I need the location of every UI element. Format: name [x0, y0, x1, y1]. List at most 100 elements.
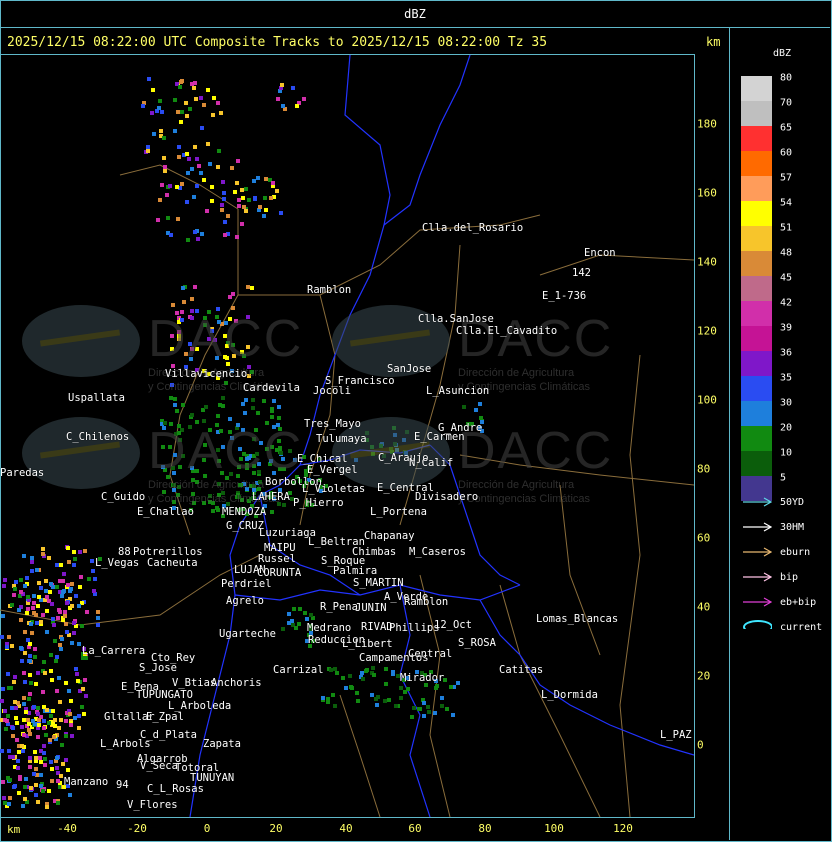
- reflectivity-pixel: [185, 114, 189, 118]
- place-label: MENDOZA: [222, 506, 267, 518]
- reflectivity-pixel: [263, 196, 267, 200]
- place-label: Agrelo: [226, 595, 264, 607]
- reflectivity-pixel: [34, 682, 38, 686]
- reflectivity-pixel: [418, 707, 422, 711]
- place-label: Cacheuta: [147, 557, 198, 569]
- reflectivity-pixel: [31, 719, 35, 723]
- reflectivity-pixel: [217, 320, 221, 324]
- reflectivity-pixel: [223, 220, 227, 224]
- reflectivity-pixel: [258, 205, 262, 209]
- dbz-level-label: 42: [780, 297, 793, 309]
- reflectivity-pixel: [2, 584, 6, 588]
- reflectivity-pixel: [474, 408, 478, 412]
- reflectivity-pixel: [258, 480, 262, 484]
- reflectivity-pixel: [26, 718, 30, 722]
- reflectivity-pixel: [69, 699, 73, 703]
- reflectivity-pixel: [341, 676, 345, 680]
- reflectivity-pixel: [456, 681, 460, 685]
- reflectivity-pixel: [21, 749, 25, 753]
- place-label: L_Portena: [370, 506, 427, 518]
- reflectivity-pixel: [449, 685, 453, 689]
- reflectivity-pixel: [175, 311, 179, 315]
- reflectivity-pixel: [50, 779, 54, 783]
- radar-header: 2025/12/15 08:22:00 UTC Composite Tracks…: [0, 28, 730, 54]
- reflectivity-pixel: [30, 569, 34, 573]
- reflectivity-pixel: [298, 607, 302, 611]
- reflectivity-pixel: [65, 630, 69, 634]
- reflectivity-pixel: [21, 804, 25, 808]
- reflectivity-pixel: [237, 465, 241, 469]
- reflectivity-pixel: [47, 556, 51, 560]
- reflectivity-pixel: [195, 157, 199, 161]
- reflectivity-pixel: [193, 145, 197, 149]
- reflectivity-pixel: [379, 444, 383, 448]
- window-title: dBZ: [404, 7, 426, 21]
- reflectivity-pixel: [64, 622, 68, 626]
- dbz-level-label: 10: [780, 447, 793, 459]
- reflectivity-pixel: [211, 509, 215, 513]
- reflectivity-pixel: [57, 726, 61, 730]
- reflectivity-pixel: [51, 617, 55, 621]
- reflectivity-pixel: [191, 492, 195, 496]
- reflectivity-pixel: [19, 590, 23, 594]
- reflectivity-pixel: [231, 306, 235, 310]
- reflectivity-pixel: [245, 487, 249, 491]
- dbz-swatch: [741, 101, 772, 126]
- reflectivity-pixel: [252, 437, 256, 441]
- reflectivity-pixel: [203, 443, 207, 447]
- reflectivity-pixel: [244, 398, 248, 402]
- reflectivity-pixel: [195, 309, 199, 313]
- reflectivity-pixel: [5, 719, 9, 723]
- reflectivity-pixel: [59, 774, 63, 778]
- reflectivity-pixel: [12, 680, 16, 684]
- y-tick-label: 20: [697, 669, 711, 683]
- reflectivity-pixel: [210, 199, 214, 203]
- reflectivity-pixel: [219, 429, 223, 433]
- reflectivity-pixel: [70, 641, 74, 645]
- reflectivity-pixel: [41, 690, 45, 694]
- reflectivity-pixel: [277, 439, 281, 443]
- reflectivity-pixel: [49, 653, 53, 657]
- reflectivity-pixel: [231, 343, 235, 347]
- y-axis-unit: km: [706, 35, 721, 49]
- reflectivity-pixel: [61, 579, 65, 583]
- radar-map[interactable]: DACC Dirección de Agricultura y Continge…: [0, 54, 695, 818]
- reflectivity-pixel: [199, 171, 203, 175]
- reflectivity-pixel: [45, 609, 49, 613]
- reflectivity-pixel: [59, 647, 63, 651]
- place-label: Clla.SanJose: [418, 313, 494, 325]
- reflectivity-pixel: [78, 550, 82, 554]
- reflectivity-pixel: [202, 103, 206, 107]
- reflectivity-pixel: [33, 655, 37, 659]
- dbz-swatch: [741, 351, 772, 376]
- dbz-level-label: 48: [780, 247, 793, 259]
- reflectivity-pixel: [216, 414, 220, 418]
- reflectivity-pixel: [57, 676, 61, 680]
- place-label: 142: [572, 267, 591, 279]
- reflectivity-pixel: [29, 786, 33, 790]
- panel-divider: [729, 27, 730, 840]
- reflectivity-pixel: [220, 203, 224, 207]
- reflectivity-pixel: [247, 374, 251, 378]
- reflectivity-pixel: [162, 136, 166, 140]
- dbz-level-label: 5: [780, 472, 787, 484]
- reflectivity-pixel: [87, 577, 91, 581]
- reflectivity-pixel: [231, 292, 235, 296]
- reflectivity-pixel: [211, 501, 215, 505]
- reflectivity-pixel: [14, 716, 18, 720]
- reflectivity-pixel: [202, 501, 206, 505]
- reflectivity-pixel: [26, 595, 30, 599]
- place-label: Encon: [584, 247, 616, 259]
- reflectivity-pixel: [70, 734, 74, 738]
- reflectivity-pixel: [162, 426, 166, 430]
- reflectivity-pixel: [160, 110, 164, 114]
- reflectivity-pixel: [171, 303, 175, 307]
- reflectivity-pixel: [165, 193, 169, 197]
- reflectivity-pixel: [172, 483, 176, 487]
- reflectivity-pixel: [181, 454, 185, 458]
- reflectivity-pixel: [208, 494, 212, 498]
- reflectivity-pixel: [331, 693, 335, 697]
- reflectivity-pixel: [175, 409, 179, 413]
- reflectivity-pixel: [184, 352, 188, 356]
- place-label: Perdriel: [221, 578, 272, 590]
